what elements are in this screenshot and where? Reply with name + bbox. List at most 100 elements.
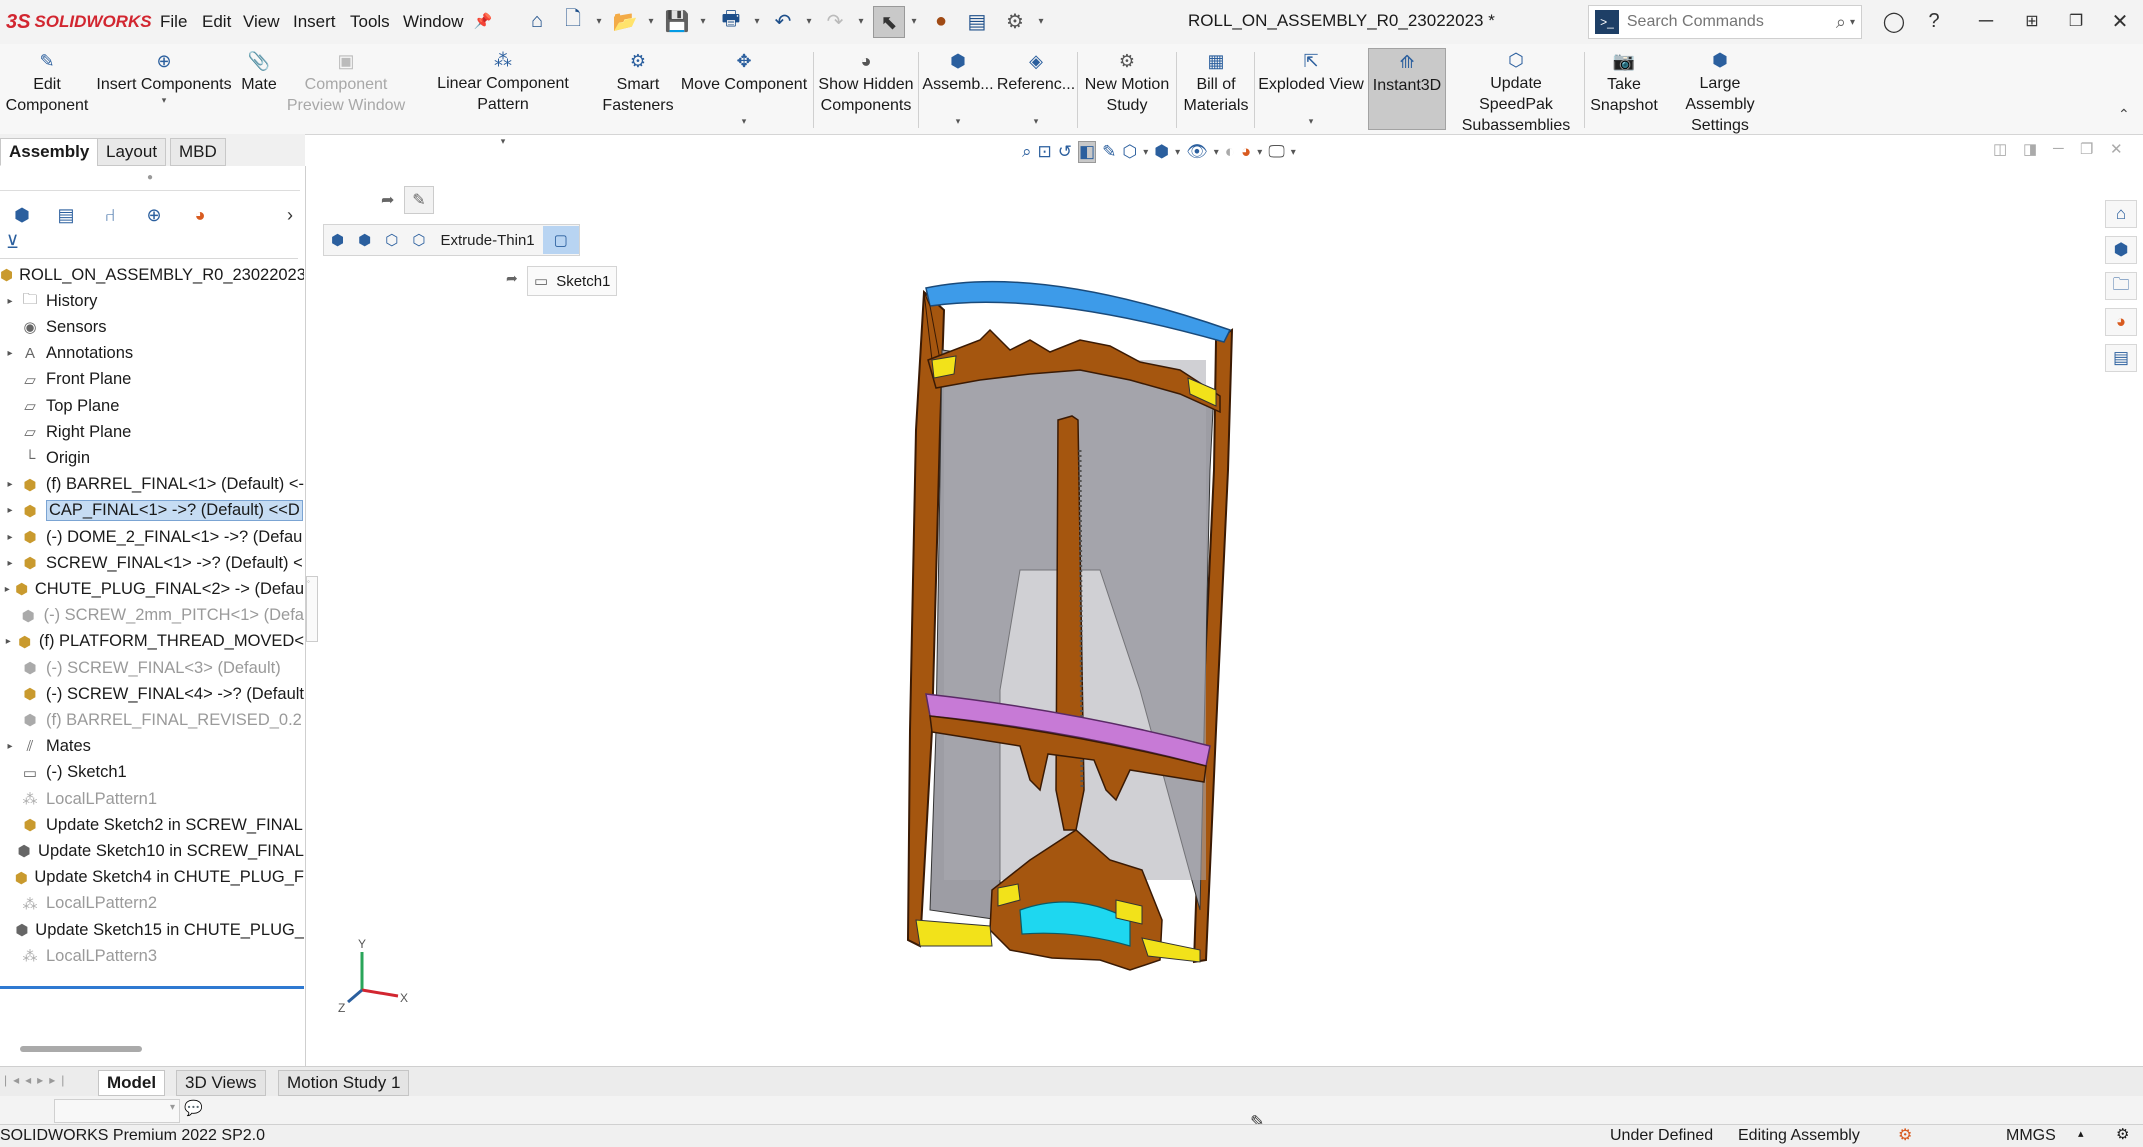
expand-arrow-icon[interactable]: ▸ (0, 348, 20, 359)
large-assembly-settings-button[interactable]: ⬢ Large Assembly Settings (1664, 48, 1776, 134)
solidworks-logo[interactable]: 3S SOLIDWORKS (6, 8, 152, 36)
apply-scene-icon[interactable]: ◕ (1241, 142, 1251, 162)
collapse-ribbon-icon[interactable]: ⌃ (2118, 106, 2130, 123)
rollback-bar[interactable] (0, 986, 304, 989)
expand-arrow-icon[interactable]: ▸ (0, 741, 20, 752)
tree-item[interactable]: ⬢ Update Sketch4 in CHUTE_PLUG_F (0, 865, 304, 891)
tree-item[interactable]: ▱ Top Plane (0, 393, 304, 419)
traffic-light-icon[interactable]: ● (926, 6, 956, 36)
dimxpert-manager-icon[interactable]: ⊕ (140, 202, 168, 228)
menu-file[interactable]: File (154, 10, 193, 34)
take-snapshot-button[interactable]: 📷 Take Snapshot (1588, 48, 1660, 130)
viewport-close-icon[interactable]: ✕ (2110, 140, 2123, 158)
new-dropdown-icon[interactable]: ▾ (592, 6, 606, 36)
part-crumb-icon[interactable]: ⬡ (378, 231, 405, 249)
select-dropdown-icon[interactable]: ▾ (907, 6, 921, 36)
search-input[interactable] (1624, 12, 1836, 32)
strip-action-icon[interactable]: 💬 (184, 1099, 203, 1117)
assembly-features-dropdown-icon[interactable]: ▾ (956, 116, 961, 126)
edit-sketch-icon[interactable]: ✎ (404, 186, 434, 214)
close-window-icon[interactable]: ✕ (2100, 6, 2140, 36)
mate-button[interactable]: 📎 Mate (236, 48, 282, 130)
help-icon[interactable]: ? (1914, 6, 1954, 36)
menu-window[interactable]: Window (397, 10, 469, 34)
component-crumb-icon[interactable]: ⬢ (351, 231, 378, 249)
expand-arrow-icon[interactable]: ▸ (0, 296, 20, 307)
filter-bar[interactable]: ⊻ (0, 230, 298, 259)
hide-show-items-icon[interactable]: 👁 (1186, 142, 1208, 162)
options-dropdown-icon[interactable]: ▾ (1034, 6, 1048, 36)
tree-item[interactable]: ▱ Front Plane (0, 367, 304, 393)
expand-arrow-icon[interactable]: ▸ (0, 532, 20, 543)
tab-assembly[interactable]: Assembly (0, 138, 99, 166)
insert-components-dropdown-icon[interactable]: ▾ (162, 95, 167, 105)
expand-panel-icon[interactable]: › (276, 202, 304, 228)
horizontal-scrollbar[interactable] (20, 1046, 142, 1052)
section-view-icon[interactable]: ◧ (1078, 141, 1097, 163)
show-hidden-components-button[interactable]: ◕ Show Hidden Components (816, 48, 916, 130)
expand-arrow-icon[interactable]: ▸ (0, 636, 16, 647)
tree-item[interactable]: ⬢ Update Sketch15 in CHUTE_PLUG_ (0, 917, 304, 943)
display-manager-icon[interactable]: ◕ (186, 202, 214, 228)
move-component-dropdown-icon[interactable]: ▾ (742, 116, 747, 126)
expand-arrow-icon[interactable]: ▸ (0, 584, 14, 595)
linear-pattern-dropdown-icon[interactable]: ▾ (501, 136, 506, 146)
breadcrumb-feature-label[interactable]: Extrude-Thin1 (432, 232, 542, 249)
open-dropdown-icon[interactable]: ▾ (644, 6, 658, 36)
tree-item[interactable]: ⬢ (-) SCREW_2mm_PITCH<1> (Defa (0, 603, 304, 629)
user-account-icon[interactable]: ◯ (1874, 6, 1914, 36)
solidworks-resources-icon[interactable]: ⌂ (2105, 200, 2137, 228)
move-component-button[interactable]: ✥ Move Component ▾ (678, 48, 810, 130)
component-preview-window-button[interactable]: ▣ Component Preview Window (286, 48, 406, 130)
exploded-view-dropdown-icon[interactable]: ▾ (1309, 116, 1314, 126)
file-properties-icon[interactable]: ▤ (962, 6, 992, 36)
menu-edit[interactable]: Edit (196, 10, 237, 34)
tree-item[interactable]: ▱ Right Plane (0, 419, 304, 445)
tree-item[interactable]: ▭ (-) Sketch1 (0, 760, 304, 786)
view-settings-dropdown-icon[interactable]: ▾ (1291, 147, 1296, 158)
tab-layout[interactable]: Layout (97, 138, 167, 166)
print-dropdown-icon[interactable]: ▾ (750, 6, 764, 36)
display-style-dropdown-icon[interactable]: ▾ (1175, 147, 1180, 158)
assembly-crumb-icon[interactable]: ⬢ (324, 231, 351, 249)
exploded-view-button[interactable]: ⇱ Exploded View ▾ (1258, 48, 1364, 130)
menu-tools[interactable]: Tools (344, 10, 396, 34)
view-orientation-icon[interactable]: ⬡ (1122, 142, 1137, 162)
tree-item[interactable]: ▸ 🗀 History (0, 288, 304, 314)
insert-components-button[interactable]: ⊕ Insert Components ▾ (94, 48, 234, 130)
tab-mbd[interactable]: MBD (170, 138, 226, 166)
assembly-features-button[interactable]: ⬢ Assemb... ▾ (922, 48, 994, 130)
tree-item[interactable]: ▸ ⬢ (f) PLATFORM_THREAD_MOVED< (0, 629, 304, 655)
tree-item[interactable]: ⬢ (-) SCREW_FINAL<3> (Default) (0, 655, 304, 681)
edit-appearance-icon[interactable]: ◐ (1225, 142, 1235, 162)
home-icon[interactable]: ⌂ (522, 6, 552, 36)
tree-item[interactable]: ▸ ⬢ (f) BARREL_FINAL<1> (Default) <- (0, 472, 304, 498)
reference-geometry-dropdown-icon[interactable]: ▾ (1034, 116, 1039, 126)
status-bar-settings-icon[interactable]: ⚙ (2116, 1125, 2129, 1143)
redo-dropdown-icon[interactable]: ▾ (854, 6, 868, 36)
viewport-restore-icon[interactable]: ❐ (2080, 140, 2093, 158)
linear-component-pattern-button[interactable]: ⁂ Linear Component Pattern ▾ (410, 48, 596, 146)
file-explorer-icon[interactable]: 🗀 (2105, 272, 2137, 300)
minimize-icon[interactable]: ─ (1966, 6, 2006, 36)
breadcrumb-arrow-icon[interactable]: ➦ (381, 190, 394, 210)
menu-insert[interactable]: Insert (287, 10, 342, 34)
viewport-split-icon[interactable]: ◫ (1993, 140, 2007, 158)
options-gear-icon[interactable]: ⚙ (1000, 6, 1030, 36)
menu-view[interactable]: View (237, 10, 286, 34)
display-style-icon[interactable]: ⬢ (1154, 142, 1169, 162)
expand-arrow-icon[interactable]: ▸ (0, 558, 20, 569)
unit-system[interactable]: MMGS (2006, 1127, 2056, 1145)
save-dropdown-icon[interactable]: ▾ (696, 6, 710, 36)
roll-on-assembly-model[interactable] (880, 270, 1240, 1000)
search-icon[interactable]: ⌕ (1836, 12, 1846, 33)
tree-item[interactable]: ▸ ⬢ CHUTE_PLUG_FINAL<2> -> (Defau (0, 576, 304, 602)
viewport-tile-icon[interactable]: ◨ (2023, 140, 2037, 158)
design-library-icon[interactable]: ⬢ (2105, 236, 2137, 264)
expand-arrow-icon[interactable]: ▸ (0, 505, 20, 516)
sketch-breadcrumb[interactable]: ▭ Sketch1 (527, 266, 618, 296)
update-speedpak-button[interactable]: ⬡ Update SpeedPak Subassemblies (1452, 48, 1580, 134)
tree-item[interactable]: └ Origin (0, 445, 304, 471)
tree-item[interactable]: ⁂ LocalLPattern2 (0, 891, 304, 917)
property-manager-icon[interactable]: ▤ (52, 202, 80, 228)
